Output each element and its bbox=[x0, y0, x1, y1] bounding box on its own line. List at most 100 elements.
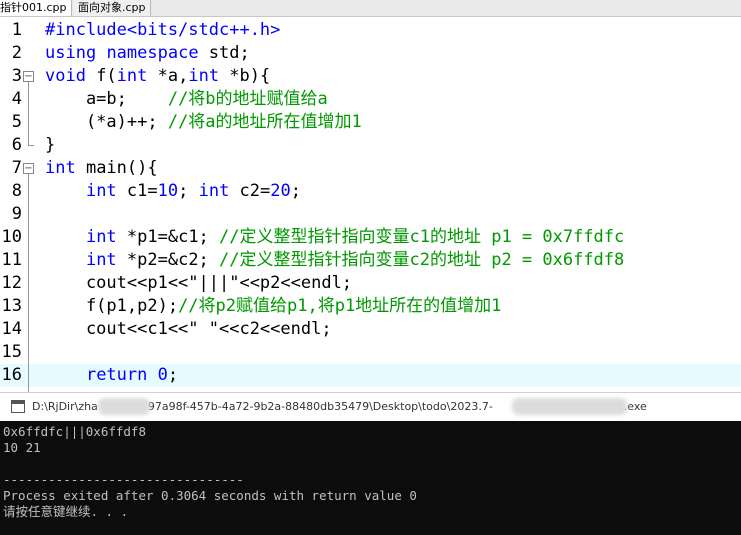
code-text: (*a)++; //将a的地址所在值增加1 bbox=[45, 111, 362, 134]
console-line: -------------------------------- bbox=[3, 472, 244, 487]
code-line[interactable]: 8 int c1=10; int c2=20; bbox=[0, 180, 741, 203]
code-token: int bbox=[45, 158, 76, 178]
code-line[interactable]: 13 f(p1,p2);//将p2赋值给p1,将p1地址所在的值增加1 bbox=[0, 295, 741, 318]
console-window[interactable]: D:\RjDir\zha 97a98f-457b-4a72-9b2a-88480d… bbox=[0, 392, 741, 535]
code-plain bbox=[45, 250, 86, 270]
code-plain: cout<<p1<<"|||"<<p2<<endl; bbox=[45, 273, 353, 293]
code-plain: main(){ bbox=[75, 158, 158, 178]
code-plain: c2= bbox=[229, 181, 271, 201]
code-text: return 0; bbox=[45, 364, 178, 387]
code-plain: (*a)++; bbox=[45, 112, 168, 132]
code-plain: *a, bbox=[147, 66, 189, 86]
line-number: 12 bbox=[1, 273, 22, 293]
line-number: 14 bbox=[1, 319, 22, 339]
line-number: 1 bbox=[11, 20, 22, 40]
code-text: int main(){ bbox=[45, 157, 158, 180]
code-line[interactable]: 6} bbox=[0, 134, 741, 157]
code-line[interactable]: 16 return 0; bbox=[0, 364, 741, 387]
code-line[interactable]: 9 bbox=[0, 203, 741, 226]
code-token: namespace bbox=[106, 43, 199, 63]
fold-toggle-icon[interactable]: − bbox=[23, 163, 34, 174]
console-line: 请按任意键继续. . . bbox=[3, 504, 129, 519]
fold-toggle-icon[interactable]: − bbox=[23, 71, 34, 82]
line-number: 13 bbox=[1, 296, 22, 316]
code-comment: //将b的地址赋值给a bbox=[167, 89, 328, 109]
fold-guide bbox=[28, 82, 29, 146]
console-window-icon bbox=[11, 400, 25, 413]
code-line[interactable]: 1 #include<bits/stdc++.h> bbox=[0, 19, 741, 42]
code-plain: f( bbox=[85, 66, 117, 86]
console-path-mid: 97a98f-457b-4a72-9b2a-88480db35479\Deskt… bbox=[147, 400, 493, 413]
code-comment: //定义整型指针指向变量c1的地址 p1 = 0x7ffdfc bbox=[219, 227, 625, 247]
code-token: 20 bbox=[270, 181, 291, 201]
tab-object-oriented[interactable]: 面向对象.cpp bbox=[74, 0, 151, 16]
code-text: cout<<p1<<"|||"<<p2<<endl; bbox=[45, 272, 352, 295]
line-number: 6 bbox=[11, 135, 22, 155]
code-token: return bbox=[85, 365, 148, 385]
line-number: 5 bbox=[11, 112, 22, 132]
line-number: 15 bbox=[1, 342, 22, 362]
code-plain: c1= bbox=[116, 181, 158, 201]
code-text: a=b; //将b的地址赋值给a bbox=[45, 88, 328, 111]
line-number: 10 bbox=[1, 227, 22, 247]
code-plain: *p2=&c2; bbox=[116, 250, 220, 270]
code-line[interactable]: 2 using namespace std; bbox=[0, 42, 741, 65]
code-comment: //将a的地址所在值增加1 bbox=[167, 112, 362, 132]
code-text: } bbox=[45, 134, 55, 157]
redacted-blur bbox=[512, 398, 627, 415]
code-token: int bbox=[198, 181, 230, 201]
code-line[interactable]: 11 int *p2=&c2; //定义整型指针指向变量c2的地址 p2 = 0… bbox=[0, 249, 741, 272]
fold-end-marker bbox=[28, 145, 34, 146]
line-number: 16 bbox=[1, 365, 22, 385]
code-plain bbox=[96, 43, 106, 63]
line-number: 8 bbox=[11, 181, 22, 201]
editor-tab-bar: 指针001.cpp 面向对象.cpp bbox=[0, 0, 741, 17]
code-text: int *p2=&c2; //定义整型指针指向变量c2的地址 p2 = 0x6f… bbox=[45, 249, 624, 272]
code-line[interactable]: 5 (*a)++; //将a的地址所在值增加1 bbox=[0, 111, 741, 134]
code-token: void bbox=[45, 66, 86, 86]
code-text: void f(int *a,int *b){ bbox=[45, 65, 270, 88]
code-token: int bbox=[85, 181, 117, 201]
code-token: int bbox=[85, 227, 117, 247]
code-line[interactable]: 14 cout<<c1<<" "<<c2<<endl; bbox=[0, 318, 741, 341]
console-path-left: D:\RjDir\zha bbox=[32, 400, 98, 413]
code-plain bbox=[45, 365, 86, 385]
code-comment: //定义整型指针指向变量c2的地址 p2 = 0x6ffdf8 bbox=[219, 250, 625, 270]
code-plain: a=b; bbox=[45, 89, 168, 109]
code-line[interactable]: 7 int main(){ bbox=[0, 157, 741, 180]
console-line: 0x6ffdfc|||0x6ffdf8 bbox=[3, 424, 146, 439]
code-plain: ; bbox=[167, 365, 179, 385]
code-line[interactable]: 10 int *p1=&c1; //定义整型指针指向变量c1的地址 p1 = 0… bbox=[0, 226, 741, 249]
code-plain: f(p1,p2); bbox=[45, 296, 179, 316]
code-editor[interactable]: 1 #include<bits/stdc++.h> 2 using namespace… bbox=[0, 17, 741, 392]
code-plain: cout<<c1<<" "<<c2<<endl; bbox=[45, 319, 332, 339]
console-title-bar[interactable]: D:\RjDir\zha 97a98f-457b-4a72-9b2a-88480d… bbox=[0, 393, 741, 421]
console-line: Process exited after 0.3064 seconds with… bbox=[3, 488, 417, 503]
code-token: #include<bits/stdc++.h> bbox=[45, 20, 281, 40]
code-token: 0 bbox=[157, 365, 168, 385]
code-text: int c1=10; int c2=20; bbox=[45, 180, 301, 203]
code-text: #include<bits/stdc++.h> bbox=[45, 19, 280, 42]
code-text: using namespace std; bbox=[45, 42, 250, 65]
line-number: 11 bbox=[1, 250, 22, 270]
tab-pointer001[interactable]: 指针001.cpp bbox=[0, 0, 72, 16]
code-line[interactable]: 3 void f(int *a,int *b){ bbox=[0, 65, 741, 88]
code-plain bbox=[147, 365, 157, 385]
code-plain bbox=[45, 227, 86, 247]
code-token: int bbox=[188, 66, 220, 86]
code-comment: //将p2赋值给p1,将p1地址所在的值增加1 bbox=[178, 296, 502, 316]
code-line[interactable]: 15 bbox=[0, 341, 741, 364]
code-text: int *p1=&c1; //定义整型指针指向变量c1的地址 p1 = 0x7f… bbox=[45, 226, 624, 249]
line-number: 2 bbox=[11, 43, 22, 63]
code-token: int bbox=[85, 250, 117, 270]
code-token: int bbox=[116, 66, 148, 86]
code-line[interactable]: 12 cout<<p1<<"|||"<<p2<<endl; bbox=[0, 272, 741, 295]
redacted-blur bbox=[98, 398, 150, 415]
line-number: 4 bbox=[11, 89, 22, 109]
line-number: 9 bbox=[11, 204, 22, 224]
code-plain: ; bbox=[178, 181, 199, 201]
code-line[interactable]: 4 a=b; //将b的地址赋值给a bbox=[0, 88, 741, 111]
code-token: 10 bbox=[157, 181, 179, 201]
code-plain: std; bbox=[198, 43, 250, 63]
code-plain: ; bbox=[290, 181, 301, 201]
